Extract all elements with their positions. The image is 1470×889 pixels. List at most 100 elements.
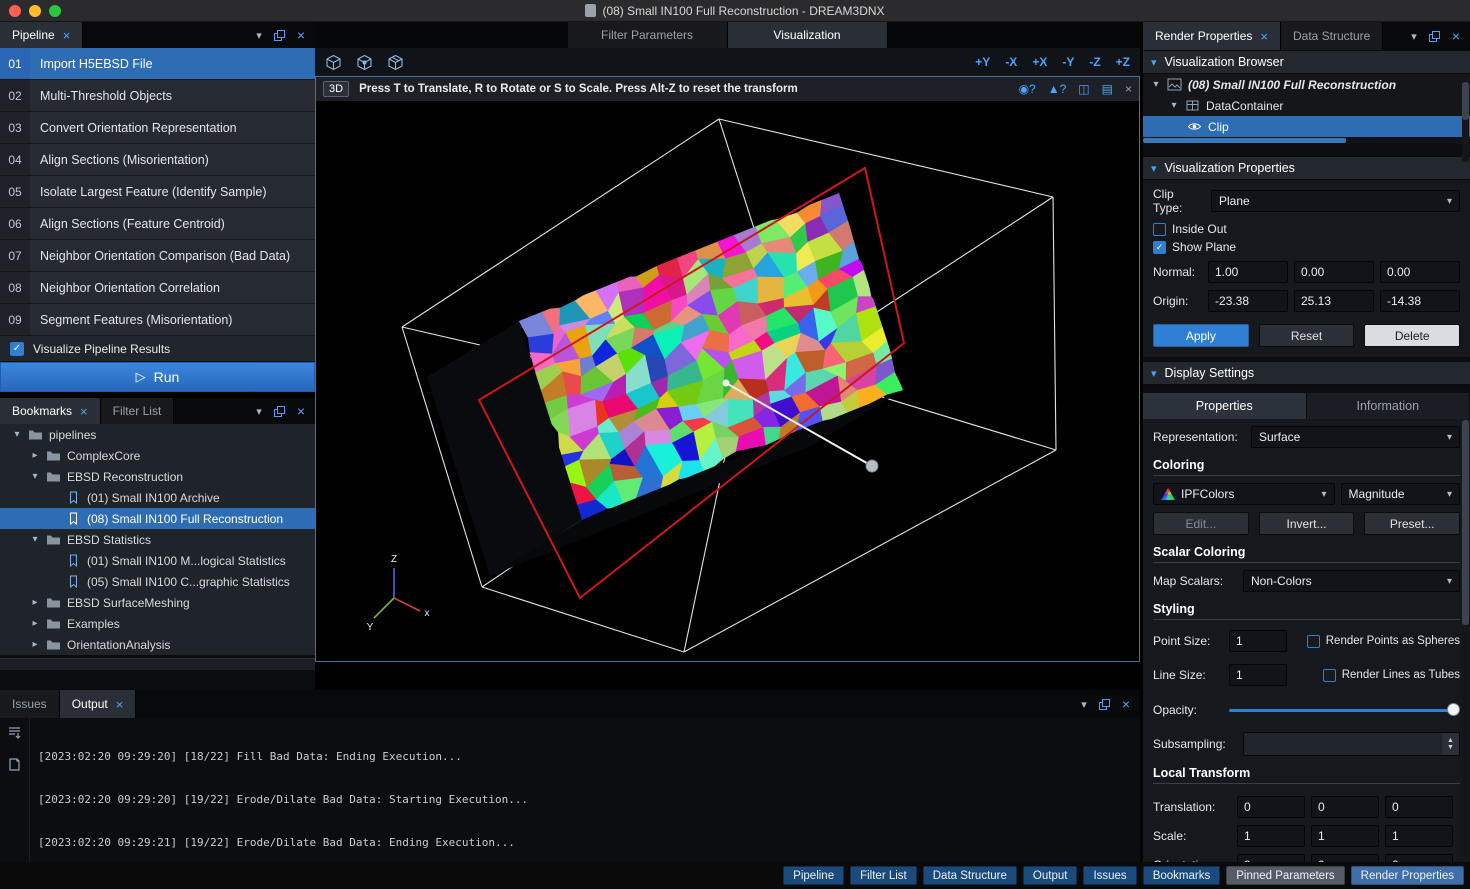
orientation-z-field[interactable] bbox=[1385, 854, 1453, 862]
visualize-results-checkbox[interactable]: ✓ bbox=[10, 342, 24, 356]
origin-y-field[interactable] bbox=[1294, 290, 1374, 312]
spin-up-icon[interactable]: ▲ bbox=[1447, 737, 1454, 744]
tree-item[interactable]: ▾ pipelines bbox=[0, 424, 315, 445]
panel-menu-icon[interactable]: ▾ bbox=[256, 405, 262, 418]
browser-horizontal-scrollbar[interactable] bbox=[1143, 137, 1470, 144]
pipeline-item[interactable]: 01 Import H5EBSD File bbox=[0, 48, 315, 80]
scale-x-field[interactable] bbox=[1237, 825, 1305, 847]
normal-y-field[interactable] bbox=[1294, 261, 1374, 283]
chevron-down-icon[interactable]: ▾ bbox=[30, 534, 40, 545]
ebsd-render[interactable]: ZxY bbox=[316, 101, 1139, 661]
normal-z-field[interactable] bbox=[1380, 261, 1460, 283]
close-panel-icon[interactable]: × bbox=[297, 403, 305, 419]
browser-scrollbar[interactable] bbox=[1462, 80, 1469, 162]
render-points-as-spheres-checkbox[interactable] bbox=[1307, 635, 1320, 648]
subsampling-stepper[interactable]: ▲ ▼ bbox=[1243, 732, 1460, 756]
map-scalars-dropdown[interactable]: Non-Colors ▾ bbox=[1243, 570, 1460, 592]
camera-minus-z-button[interactable]: -Z bbox=[1089, 55, 1100, 69]
tab-filter-list[interactable]: Filter List bbox=[101, 398, 175, 424]
normal-x-field[interactable] bbox=[1208, 261, 1288, 283]
display-settings-header[interactable]: ▾ Display Settings bbox=[1143, 361, 1470, 385]
chevron-right-icon[interactable]: ▸ bbox=[30, 618, 40, 629]
toggle-issues-button[interactable]: Issues bbox=[1083, 866, 1136, 885]
tab-filter-parameters[interactable]: Filter Parameters bbox=[568, 22, 728, 48]
toggle-bookmarks-button[interactable]: Bookmarks bbox=[1143, 866, 1221, 885]
camera-plus-y-button[interactable]: +Y bbox=[975, 55, 990, 69]
3d-viewport[interactable]: ZxY bbox=[316, 101, 1139, 661]
toggle-filter-list-button[interactable]: Filter List bbox=[850, 866, 917, 885]
toggle-output-button[interactable]: Output bbox=[1023, 866, 1078, 885]
show-plane-checkbox[interactable]: ✓ bbox=[1153, 241, 1166, 254]
pipeline-item[interactable]: 06 Align Sections (Feature Centroid) bbox=[0, 208, 315, 240]
representation-dropdown[interactable]: Surface ▾ bbox=[1251, 426, 1460, 448]
point-size-field[interactable] bbox=[1229, 630, 1287, 652]
close-view-icon[interactable]: × bbox=[1125, 82, 1132, 96]
translation-z-field[interactable] bbox=[1385, 796, 1453, 818]
undock-panel-icon[interactable] bbox=[274, 406, 285, 417]
tree-item[interactable]: ▸ Examples bbox=[0, 613, 315, 634]
pipeline-item[interactable]: 07 Neighbor Orientation Comparison (Bad … bbox=[0, 240, 315, 272]
axes-help-icon[interactable]: ◉? bbox=[1019, 82, 1036, 96]
close-panel-icon[interactable]: × bbox=[297, 27, 305, 43]
chevron-right-icon[interactable]: ▸ bbox=[30, 639, 40, 650]
3d-mode-badge[interactable]: 3D bbox=[323, 81, 349, 97]
render-lines-as-tubes-checkbox[interactable] bbox=[1323, 669, 1336, 682]
eye-icon[interactable] bbox=[1187, 120, 1202, 133]
orientation-x-field[interactable] bbox=[1237, 854, 1305, 862]
run-pipeline-button[interactable]: ▷ Run bbox=[0, 362, 315, 392]
browser-item-datacontainer[interactable]: ▾ DataContainer bbox=[1143, 95, 1470, 116]
pipeline-item[interactable]: 02 Multi-Threshold Objects bbox=[0, 80, 315, 112]
tab-bookmarks[interactable]: Bookmarks × bbox=[0, 398, 101, 424]
close-panel-icon[interactable]: × bbox=[1122, 696, 1130, 712]
split-horizontal-icon[interactable]: ▤ bbox=[1102, 82, 1113, 96]
delete-button[interactable]: Delete bbox=[1364, 324, 1460, 347]
tree-item[interactable]: ▾ EBSD Reconstruction bbox=[0, 466, 315, 487]
camera-plus-x-button[interactable]: +X bbox=[1032, 55, 1047, 69]
pipeline-item[interactable]: 09 Segment Features (Misorientation) bbox=[0, 304, 315, 336]
spin-down-icon[interactable]: ▼ bbox=[1447, 744, 1454, 751]
tab-close-icon[interactable]: × bbox=[80, 405, 88, 418]
component-dropdown[interactable]: Magnitude ▾ bbox=[1341, 483, 1460, 505]
reset-button[interactable]: Reset bbox=[1259, 324, 1355, 347]
camera-minus-y-button[interactable]: -Y bbox=[1062, 55, 1074, 69]
chevron-down-icon[interactable]: ▾ bbox=[12, 429, 22, 440]
chevron-down-icon[interactable]: ▾ bbox=[30, 471, 40, 482]
translation-x-field[interactable] bbox=[1237, 796, 1305, 818]
apply-button[interactable]: Apply bbox=[1153, 324, 1249, 347]
snap-view-icon[interactable] bbox=[356, 54, 373, 71]
tree-item[interactable]: ▸ ComplexCore bbox=[0, 445, 315, 466]
horizontal-scrollbar[interactable] bbox=[0, 658, 315, 670]
tab-pipeline[interactable]: Pipeline × bbox=[0, 22, 83, 48]
tab-output[interactable]: Output × bbox=[60, 690, 137, 718]
zoom-window-button[interactable] bbox=[49, 5, 61, 17]
display-settings-scrollbar[interactable] bbox=[1462, 420, 1469, 858]
origin-x-field[interactable] bbox=[1208, 290, 1288, 312]
translation-y-field[interactable] bbox=[1311, 796, 1379, 818]
camera-help-icon[interactable]: ▲? bbox=[1048, 82, 1067, 96]
tab-close-icon[interactable]: × bbox=[116, 698, 124, 711]
pipeline-item[interactable]: 03 Convert Orientation Representation bbox=[0, 112, 315, 144]
tree-item[interactable]: (01) Small IN100 M...logical Statistics bbox=[0, 550, 315, 571]
color-array-dropdown[interactable]: IPFColors ▾ bbox=[1153, 483, 1335, 505]
tree-item[interactable]: ▸ EBSD SurfaceMeshing bbox=[0, 592, 315, 613]
tree-item[interactable]: (05) Small IN100 C...graphic Statistics bbox=[0, 571, 315, 592]
tab-close-icon[interactable]: × bbox=[1260, 30, 1268, 43]
pipeline-item[interactable]: 08 Neighbor Orientation Correlation bbox=[0, 272, 315, 304]
scale-y-field[interactable] bbox=[1311, 825, 1379, 847]
tab-visualization[interactable]: Visualization bbox=[728, 22, 888, 48]
auto-scroll-icon[interactable] bbox=[7, 725, 22, 745]
opacity-slider[interactable] bbox=[1229, 700, 1460, 720]
tab-display-information[interactable]: Information bbox=[1307, 393, 1470, 419]
panel-menu-icon[interactable]: ▾ bbox=[256, 29, 262, 42]
tree-item[interactable]: ▾ EBSD Statistics bbox=[0, 529, 315, 550]
browser-item-clip[interactable]: Clip bbox=[1143, 116, 1470, 137]
visualization-properties-header[interactable]: ▾ Visualization Properties bbox=[1143, 156, 1470, 180]
toggle-data-structure-button[interactable]: Data Structure bbox=[923, 866, 1017, 885]
close-panel-icon[interactable]: × bbox=[1452, 28, 1460, 44]
tree-item[interactable]: (08) Small IN100 Full Reconstruction bbox=[0, 508, 315, 529]
panel-menu-icon[interactable]: ▾ bbox=[1411, 30, 1417, 43]
split-vertical-icon[interactable]: ◫ bbox=[1078, 82, 1089, 96]
tab-data-structure[interactable]: Data Structure bbox=[1281, 22, 1383, 50]
toggle-pinned-parameters-button[interactable]: Pinned Parameters bbox=[1226, 866, 1344, 885]
tab-close-icon[interactable]: × bbox=[63, 29, 71, 42]
